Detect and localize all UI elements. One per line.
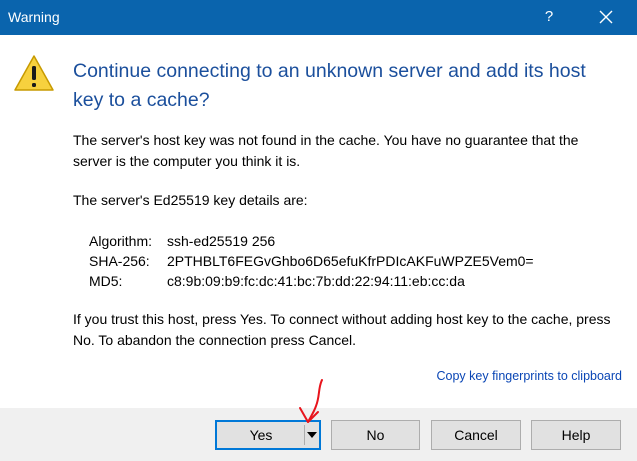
copy-fingerprints-link[interactable]: Copy key fingerprints to clipboard: [436, 369, 622, 383]
dialog-message: The server's host key was not found in t…: [73, 132, 579, 169]
key-details-intro: The server's Ed25519 key details are:: [73, 192, 308, 208]
warning-triangle-icon: [14, 55, 54, 91]
yes-split-button[interactable]: Yes: [215, 420, 321, 450]
key-detail-md5: MD5: c8:9b:09:b9:fc:dc:41:bc:7b:dd:22:94:…: [89, 271, 465, 291]
help-button[interactable]: Help: [531, 420, 621, 450]
dialog-heading: Continue connecting to an unknown server…: [73, 60, 586, 111]
key-detail-value: ssh-ed25519 256: [167, 233, 276, 249]
key-detail-label: SHA-256:: [89, 253, 150, 269]
window-title: Warning: [8, 9, 60, 25]
split-divider: [304, 425, 305, 445]
key-detail-label: MD5:: [89, 273, 123, 289]
cancel-button[interactable]: Cancel: [431, 420, 521, 450]
chevron-down-icon[interactable]: [307, 430, 317, 440]
title-bar: Warning ?: [0, 0, 637, 35]
key-detail-value: c8:9b:09:b9:fc:dc:41:bc:7b:dd:22:94:11:e…: [167, 273, 465, 289]
help-title-button[interactable]: ?: [541, 8, 557, 25]
key-detail-label: Algorithm:: [89, 233, 153, 249]
key-detail-value: 2PTHBLT6FEGvGhbo6D65efuKfrPDIcAKFuWPZE5V…: [167, 253, 534, 269]
key-detail-algorithm: Algorithm: ssh-ed25519 256: [89, 231, 275, 251]
yes-button[interactable]: Yes: [217, 422, 305, 448]
key-detail-sha256: SHA-256: 2PTHBLT6FEGvGhbo6D65efuKfrPDIcAK…: [89, 251, 534, 271]
no-button[interactable]: No: [331, 420, 420, 450]
instructions-message: If you trust this host, press Yes. To co…: [73, 311, 611, 348]
close-icon[interactable]: [596, 7, 616, 27]
